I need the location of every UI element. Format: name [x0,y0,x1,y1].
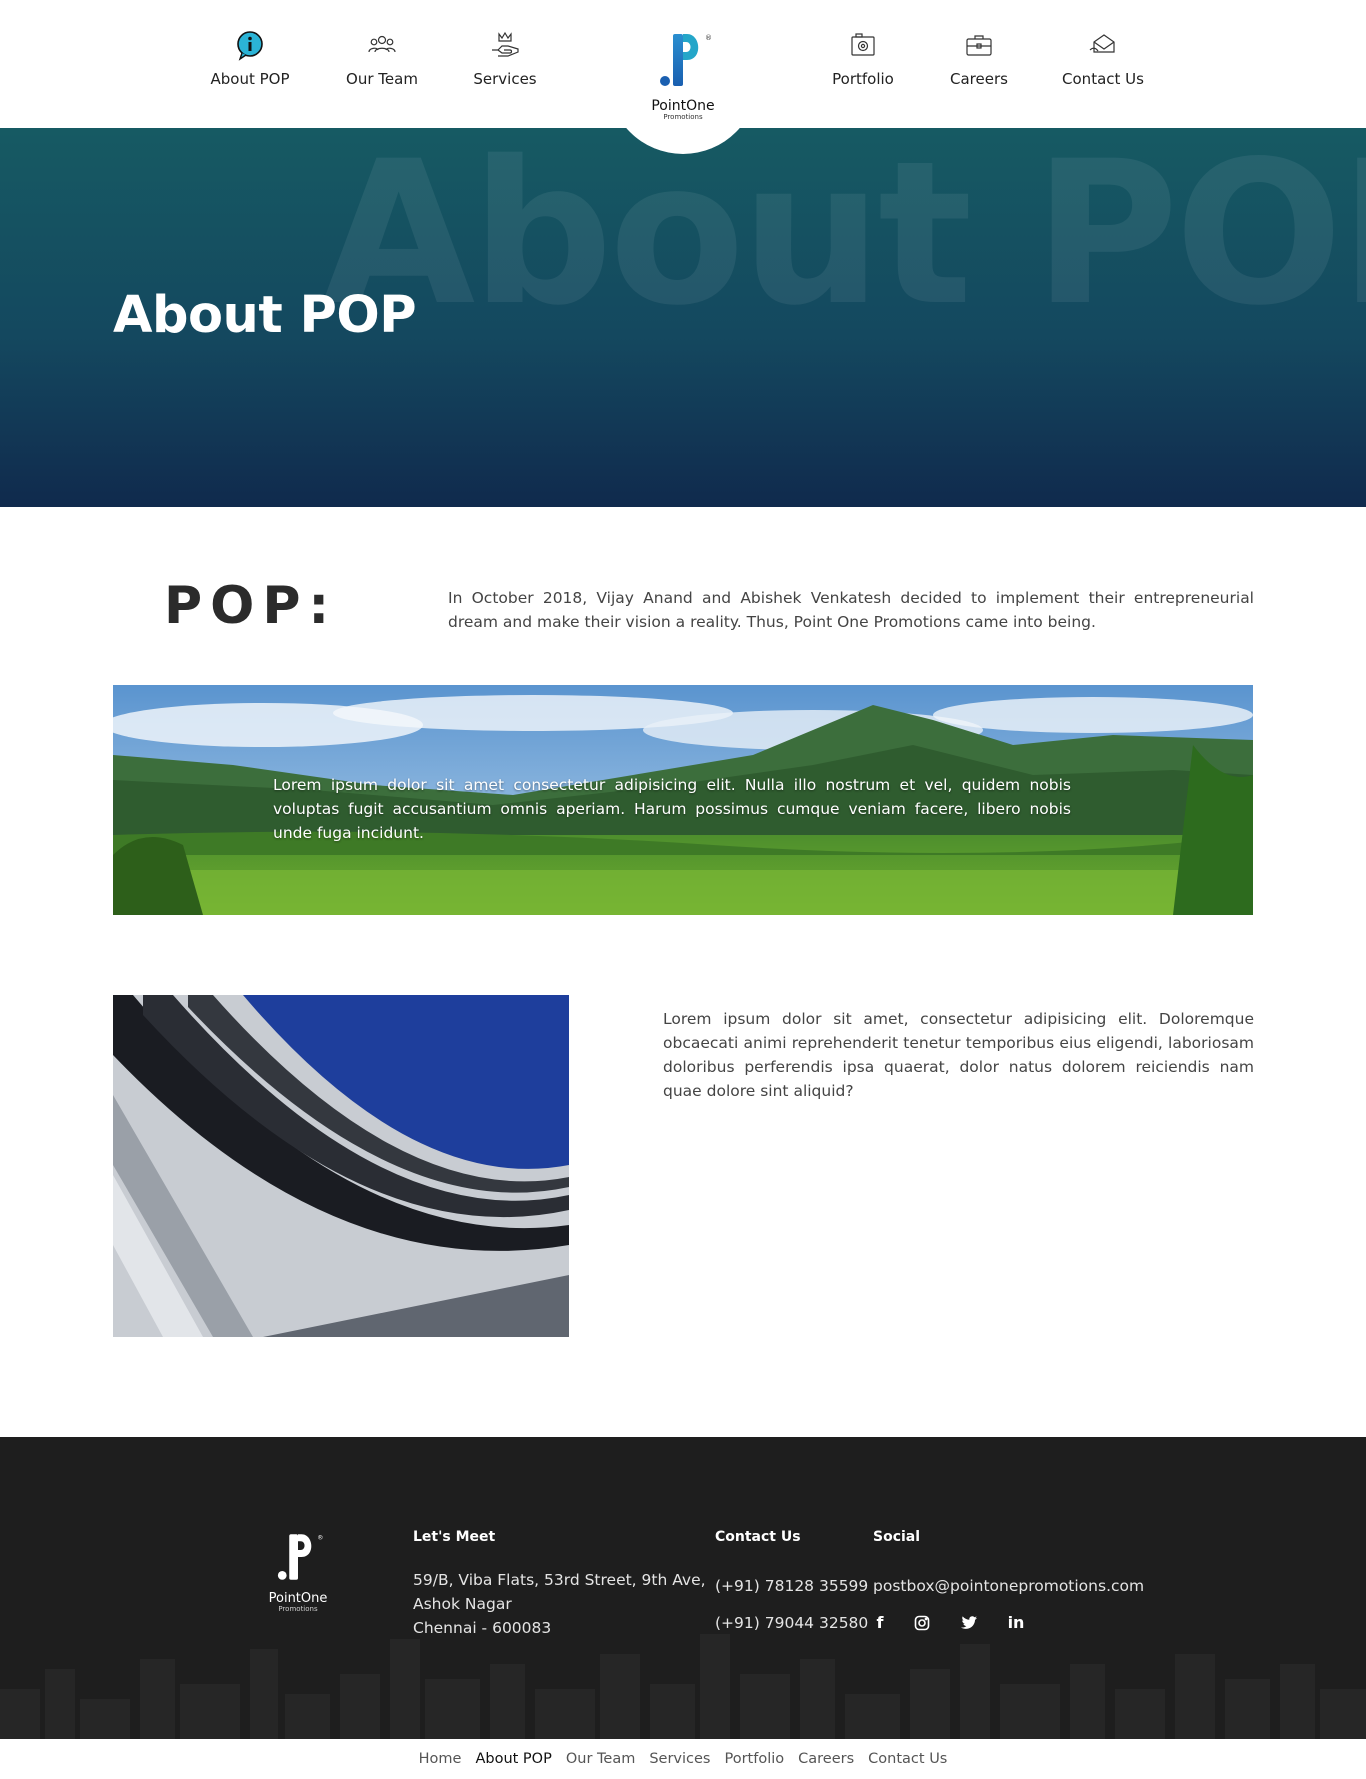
registered-mark: ® [705,34,712,42]
registered-mark: ® [317,1534,323,1542]
bottom-nav-home[interactable]: Home [419,1751,462,1767]
site-logo[interactable]: ® PointOne Promotions [633,28,733,121]
nav-label: Contact Us [1062,70,1144,88]
social-title: Social [873,1529,921,1545]
bottom-nav: Home About POP Our Team Services Portfol… [0,1739,1366,1779]
footer-logo[interactable]: ® PointOne Promotions [258,1529,338,1614]
bottom-nav-portfolio[interactable]: Portfolio [725,1751,785,1767]
bottom-nav-careers[interactable]: Careers [798,1751,854,1767]
phone-2[interactable]: (+91) 79044 32580 [715,1611,868,1635]
phone-1[interactable]: (+91) 78128 35599 [715,1574,868,1598]
address-line-1: 59/B, Viba Flats, 53rd Street, 9th Ave, [413,1571,706,1589]
pointone-logo-icon: ® [277,1534,323,1580]
contact-us-title: Contact Us [715,1529,801,1545]
bottom-nav-contact-us[interactable]: Contact Us [868,1751,947,1767]
footer-logo-sub: Promotions [278,1605,318,1613]
twitter-icon[interactable] [957,1611,981,1635]
linkedin-icon[interactable]: in [1004,1611,1028,1635]
nav-label: Our Team [346,70,418,88]
footer-logo-name: PointOne [268,1591,328,1606]
lets-meet-title: Let's Meet [413,1529,496,1545]
architecture-image [113,995,569,1337]
briefcase-icon [966,35,992,56]
portfolio-icon [851,33,875,56]
nav-label: About POP [210,70,290,88]
page-title: About POP [113,286,417,345]
bottom-nav-our-team[interactable]: Our Team [566,1751,636,1767]
logo-name: PointOne [651,98,715,114]
nav-label: Services [473,70,537,88]
site-footer: ® PointOne Promotions Let's Meet 59/B, V… [0,1437,1366,1739]
nav-contact-us[interactable]: Contact Us [1033,28,1173,88]
landscape-banner: Lorem ipsum dolor sit amet consectetur a… [113,685,1253,915]
logo-sub: Promotions [663,113,703,121]
address-line-3: Chennai - 600083 [413,1619,552,1637]
instagram-icon[interactable] [910,1611,934,1635]
city-skyline-image [0,1634,1366,1739]
nav-services[interactable]: Services [435,28,575,88]
bottom-nav-about-pop[interactable]: About POP [475,1751,551,1767]
info-icon [237,31,263,61]
banner-paragraph: Lorem ipsum dolor sit amet consectetur a… [273,776,1071,842]
contact-mail-icon [1089,34,1115,53]
intro-paragraph: In October 2018, Vijay Anand and Abishek… [448,589,1254,631]
service-hand-icon [492,31,519,57]
team-icon [368,35,396,53]
section-paragraph: Lorem ipsum dolor sit amet, consectetur … [663,1010,1254,1100]
nav-about-pop[interactable]: About POP [180,28,320,88]
bottom-nav-services[interactable]: Services [649,1751,710,1767]
email-link[interactable]: postbox@pointonepromotions.com [873,1574,1144,1598]
pointone-logo-icon: ® [660,34,712,86]
hero-banner: About POP About POP [0,128,1366,507]
nav-careers[interactable]: Careers [909,28,1049,88]
hero-watermark: About POP [322,128,1366,349]
building-photo [113,995,569,1337]
pop-heading: POP: [164,576,338,636]
facebook-icon[interactable]: f [868,1611,892,1635]
nav-label: Careers [950,70,1008,88]
nav-our-team[interactable]: Our Team [312,28,452,88]
address-line-2: Ashok Nagar [413,1595,512,1613]
